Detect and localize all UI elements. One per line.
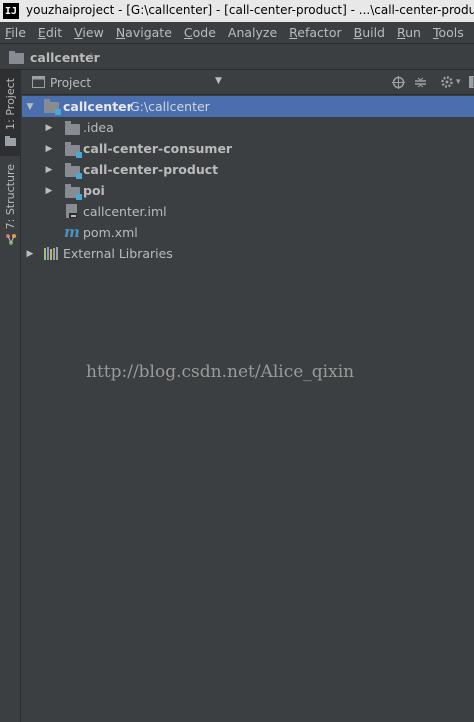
tree-row-poi[interactable]: ▶ poi <box>22 180 474 201</box>
expand-arrow-right-icon[interactable]: ▶ <box>44 144 54 154</box>
tree-row-product[interactable]: ▶ call-center-product <box>22 159 474 180</box>
menu-code[interactable]: Code <box>178 25 222 40</box>
left-tool-strip: 1: Project 7: Structure <box>0 70 21 722</box>
tool-tab-structure-label: 7: Structure <box>4 164 17 230</box>
navigation-bar: callcenter › <box>0 43 474 70</box>
libraries-icon <box>44 247 58 260</box>
module-folder-icon <box>65 184 82 200</box>
menu-file[interactable]: File <box>0 25 32 40</box>
tree-row-iml[interactable]: callcenter.iml <box>22 201 474 222</box>
module-folder-icon <box>65 163 82 179</box>
tree-label: External Libraries <box>63 246 173 261</box>
tree-label: .idea <box>83 120 114 135</box>
tool-tab-project-label: 1: Project <box>4 78 17 130</box>
menu-refactor[interactable]: Refactor <box>283 25 347 40</box>
gear-icon[interactable] <box>440 75 454 89</box>
module-folder-icon <box>9 50 24 64</box>
tree-root-path: G:\callcenter <box>130 99 210 114</box>
module-folder-icon <box>65 142 82 158</box>
menu-bar: File Edit View Navigate Code Analyze Ref… <box>0 22 474 43</box>
menu-build[interactable]: Build <box>348 25 391 40</box>
module-folder-icon <box>44 99 61 115</box>
breadcrumb[interactable]: callcenter <box>9 50 100 65</box>
intellij-logo-icon: IJ <box>3 3 19 19</box>
tool-tab-structure[interactable]: 7: Structure <box>0 164 21 248</box>
iml-file-icon <box>66 204 77 218</box>
menu-navigate[interactable]: Navigate <box>110 25 178 40</box>
tree-row-pom[interactable]: m pom.xml <box>22 222 474 243</box>
tree-label: poi <box>83 183 105 198</box>
tree-label-root: callcenter <box>63 99 133 114</box>
tree-row-external-libraries[interactable]: ▶ External Libraries <box>22 243 474 264</box>
structure-tool-icon <box>5 234 16 246</box>
menu-edit[interactable]: Edit <box>32 25 68 40</box>
expand-arrow-right-icon[interactable]: ▶ <box>44 186 54 196</box>
gear-dropdown-icon[interactable]: ▾ <box>456 77 461 87</box>
tree-label: call-center-consumer <box>83 141 233 156</box>
tree-label: call-center-product <box>83 162 219 177</box>
window-title: youzhaiproject - [G:\callcenter] - [call… <box>26 3 474 17</box>
expand-arrow-right-icon[interactable]: ▶ <box>44 123 54 133</box>
tree-label: pom.xml <box>83 225 138 240</box>
tree-row-idea[interactable]: ▶ .idea <box>22 117 474 138</box>
expand-arrow-down-icon[interactable]: ▼ <box>25 102 35 112</box>
project-panel-header: Project ▼ ▾ <box>22 71 474 95</box>
tree-row-root[interactable]: ▼ callcenter G:\callcenter <box>22 96 474 117</box>
collapse-all-icon[interactable] <box>414 76 427 89</box>
project-view-icon <box>32 76 45 88</box>
expand-arrow-right-icon[interactable]: ▶ <box>25 249 35 259</box>
hide-panel-icon[interactable] <box>469 76 474 88</box>
menu-view[interactable]: View <box>68 25 110 40</box>
expand-arrow-right-icon[interactable]: ▶ <box>44 165 54 175</box>
menu-analyze[interactable]: Analyze <box>222 25 283 40</box>
chevron-right-icon: › <box>89 48 95 64</box>
project-tool-icon <box>4 135 16 146</box>
project-tree: ▼ callcenter G:\callcenter ▶ .idea ▶ cal… <box>22 95 474 722</box>
panel-title: Project <box>50 76 92 90</box>
view-dropdown-arrow-icon[interactable]: ▼ <box>215 76 222 86</box>
menu-tools[interactable]: Tools <box>427 25 470 40</box>
watermark-text: http://blog.csdn.net/Alice_qixin <box>86 362 355 382</box>
scroll-from-source-icon[interactable] <box>392 76 405 89</box>
menu-vcs[interactable]: VC <box>470 25 474 40</box>
tool-tab-project[interactable]: 1: Project <box>0 70 21 156</box>
folder-icon <box>65 121 80 135</box>
tree-label: callcenter.iml <box>83 204 167 219</box>
maven-icon: m <box>64 223 80 241</box>
title-bar: IJ youzhaiproject - [G:\callcenter] - [c… <box>0 0 474 22</box>
menu-run[interactable]: Run <box>391 25 427 40</box>
tree-row-consumer[interactable]: ▶ call-center-consumer <box>22 138 474 159</box>
